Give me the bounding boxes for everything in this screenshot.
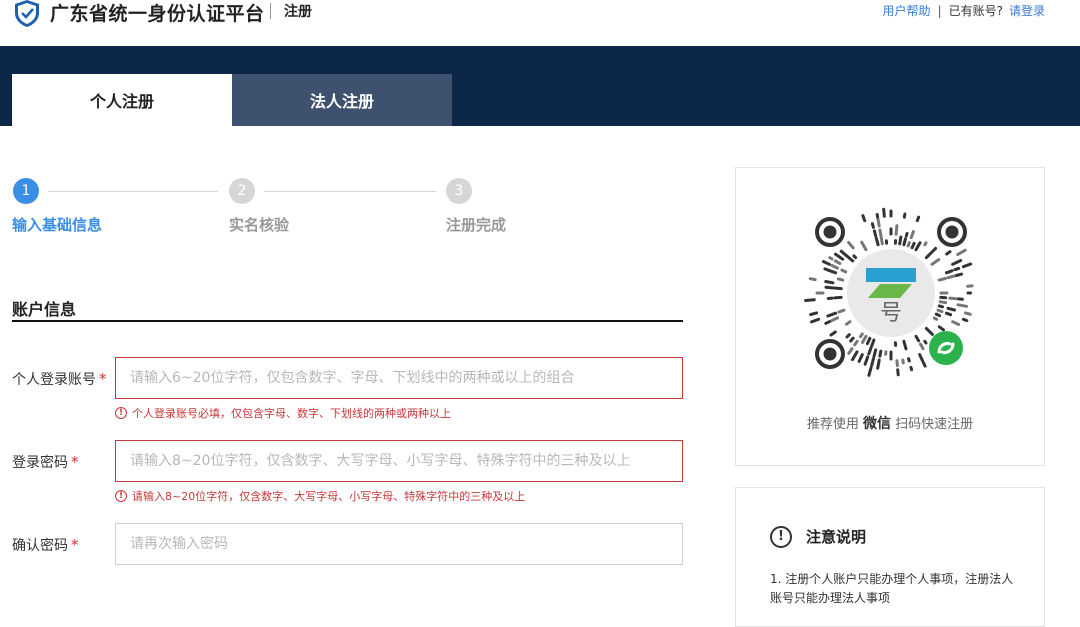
section-divider <box>12 320 683 322</box>
step-1-label: 输入基础信息 <box>12 214 102 235</box>
svg-text:号: 号 <box>880 301 902 326</box>
shield-logo-icon <box>12 0 42 28</box>
tab-legal-register[interactable]: 法人注册 <box>232 74 452 126</box>
password-label-text: 登录密码 <box>12 455 68 471</box>
account-label: 个人登录账号* <box>12 369 107 389</box>
site-title: 广东省统一身份认证平台 <box>50 0 265 26</box>
step-connector-1 <box>48 191 218 192</box>
qr-caption-pre: 推荐使用 <box>807 417 859 432</box>
password-error: ! 请输入8~20位字符，仅含数字、大写字母、小写字母、特殊字符中的三种及以上 <box>115 488 525 504</box>
account-input[interactable] <box>115 357 683 399</box>
password-error-text: 请输入8~20位字符，仅含数字、大写字母、小写字母、特殊字符中的三种及以上 <box>132 488 525 504</box>
required-mark: * <box>99 370 107 388</box>
qr-caption-wechat: 微信 <box>863 416 891 432</box>
account-error: ! 个人登录账号必填，仅包含字母、数字、下划线的两种或两种以上 <box>115 405 451 421</box>
top-links: 用户帮助 | 已有账号? 请登录 <box>883 2 1045 19</box>
step-2-label: 实名核验 <box>229 214 289 235</box>
tab-personal-register[interactable]: 个人注册 <box>12 74 232 126</box>
user-help-link[interactable]: 用户帮助 <box>883 2 931 19</box>
section-title: 账户信息 <box>12 296 76 320</box>
qr-caption: 推荐使用 微信 扫码快速注册 <box>736 413 1044 433</box>
step-3-label: 注册完成 <box>446 214 506 235</box>
notice-text: 1. 注册个人账户只能办理个人事项，注册法人账号只能办理法人事项 <box>770 570 1020 608</box>
account-label-text: 个人登录账号 <box>12 372 96 388</box>
title-divider <box>270 3 271 19</box>
password-input[interactable] <box>115 440 683 482</box>
exclamation-icon: ! <box>770 526 792 548</box>
error-info-icon: ! <box>115 407 127 419</box>
top-header: 广东省统一身份认证平台 注册 用户帮助 | 已有账号? 请登录 <box>0 0 1080 46</box>
confirm-label: 确认密码* <box>12 535 79 555</box>
banner: 个人注册 法人注册 <box>0 46 1080 126</box>
page-subtitle: 注册 <box>284 1 312 21</box>
confirm-label-text: 确认密码 <box>12 538 68 554</box>
has-account-text: 已有账号? <box>949 2 1003 19</box>
link-divider: | <box>938 4 942 18</box>
step-3-circle: 3 <box>446 178 472 204</box>
step-2-circle: 2 <box>229 178 255 204</box>
notice-panel: ! 注意说明 1. 注册个人账户只能办理个人事项，注册法人账号只能办理法人事项 <box>735 487 1045 627</box>
mini-program-qr-code[interactable]: 号 <box>800 202 982 384</box>
required-mark: * <box>71 453 79 471</box>
step-connector-2 <box>264 191 436 192</box>
password-label: 登录密码* <box>12 452 79 472</box>
required-mark: * <box>71 536 79 554</box>
qr-caption-post: 扫码快速注册 <box>895 417 973 432</box>
login-link[interactable]: 请登录 <box>1009 2 1045 19</box>
confirm-password-input[interactable] <box>115 523 683 565</box>
wechat-qr-panel: 号 推荐使用 微信 扫码快速注册 <box>735 167 1045 466</box>
account-error-text: 个人登录账号必填，仅包含字母、数字、下划线的两种或两种以上 <box>132 405 451 421</box>
notice-title: 注意说明 <box>806 526 866 547</box>
error-info-icon: ! <box>115 490 127 502</box>
step-1-circle: 1 <box>13 178 39 204</box>
